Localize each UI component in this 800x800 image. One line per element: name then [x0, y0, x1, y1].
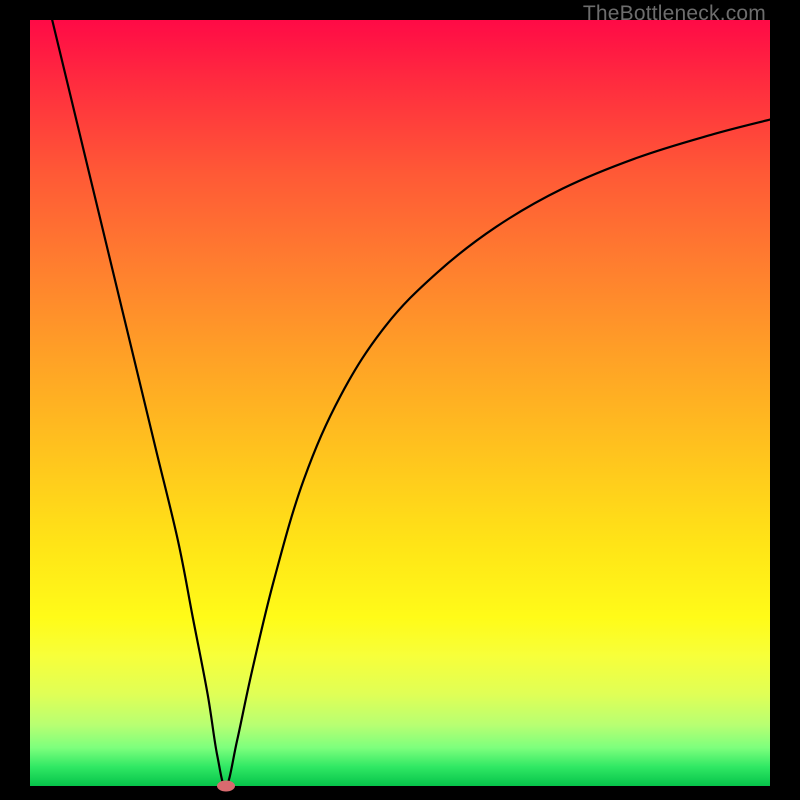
minimum-marker-icon	[217, 781, 235, 792]
chart-frame: TheBottleneck.com	[0, 0, 800, 800]
bottleneck-curve	[30, 20, 770, 786]
plot-area	[30, 20, 770, 786]
